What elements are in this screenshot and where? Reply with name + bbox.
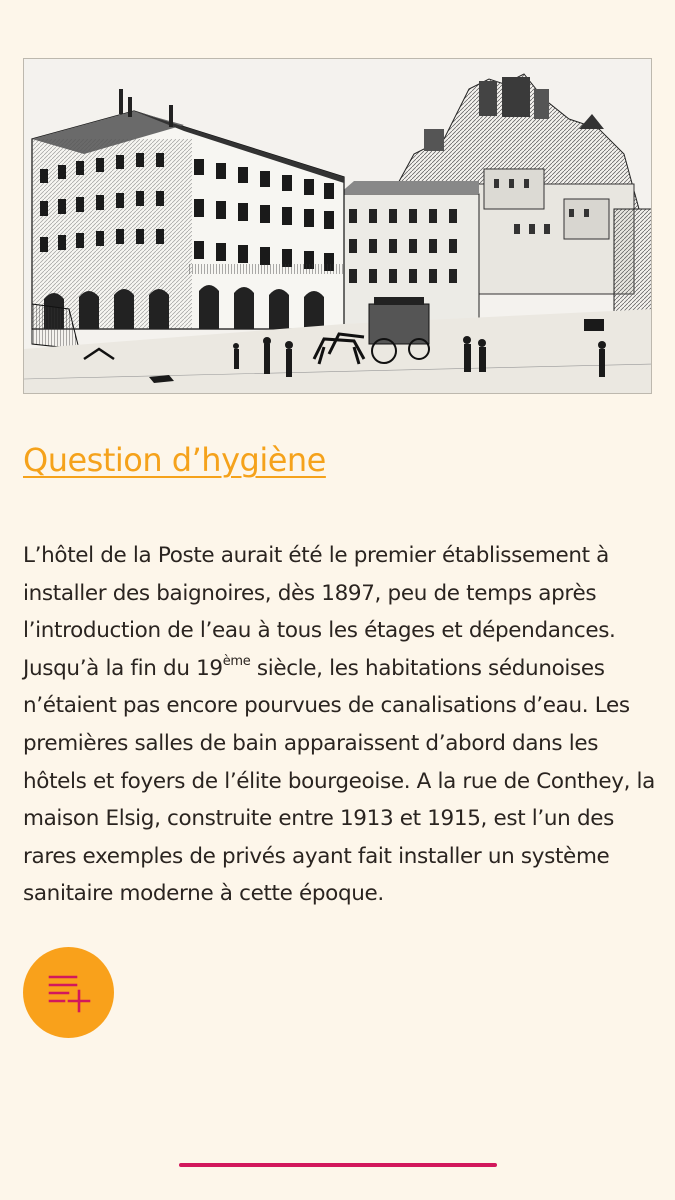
body-text-part-2: siècle, les habitations sédunoises n’éta…: [23, 655, 655, 907]
hotel-engraving-illustration: [24, 59, 651, 393]
add-to-playlist-button[interactable]: [23, 947, 114, 1038]
ordinal-superscript: ème: [222, 653, 251, 669]
playlist-add-icon: [46, 969, 92, 1016]
article-body: L’hôtel de la Poste aurait été le premie…: [23, 537, 658, 913]
article-title[interactable]: Question d’hygiène: [23, 438, 326, 482]
article-image: [23, 58, 652, 394]
home-indicator: [179, 1163, 497, 1167]
